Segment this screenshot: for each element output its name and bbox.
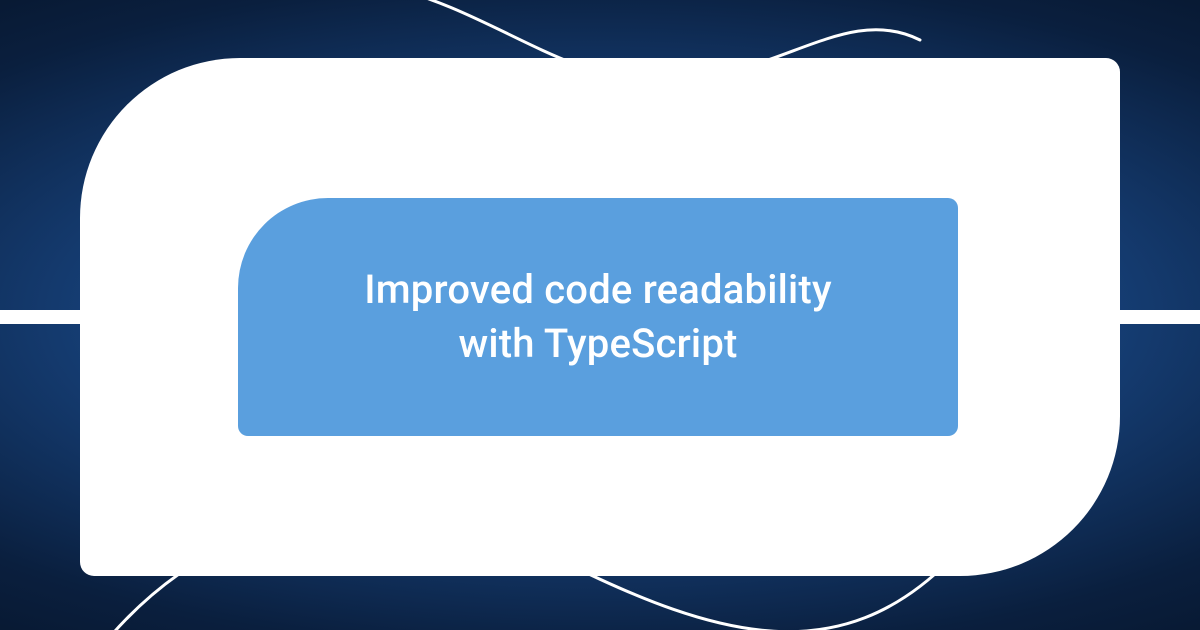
inner-blue-panel: Improved code readability with TypeScrip… <box>238 198 958 436</box>
banner-title: Improved code readability with TypeScrip… <box>364 263 832 371</box>
title-line-2: with TypeScript <box>458 320 737 367</box>
title-line-1: Improved code readability <box>364 266 832 313</box>
banner-canvas: Improved code readability with TypeScrip… <box>0 0 1200 630</box>
